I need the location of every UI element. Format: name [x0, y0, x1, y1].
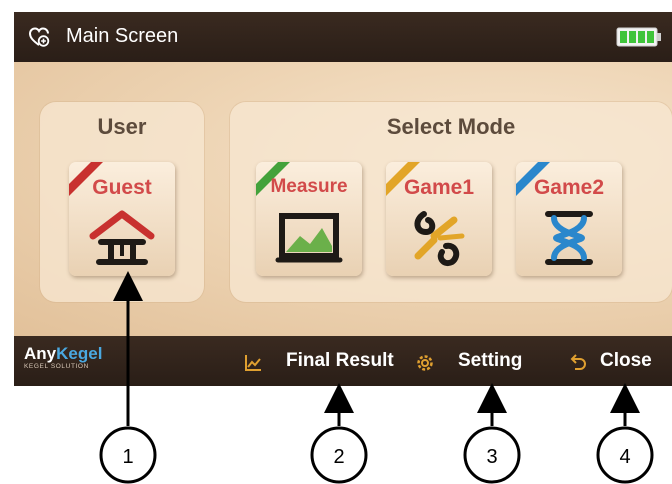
callout-label-1: 1	[122, 446, 134, 468]
callout-label-2: 2	[333, 446, 345, 468]
callout-annotations	[99, 271, 654, 484]
callout-label-3: 3	[486, 446, 498, 468]
callout-label-4: 4	[619, 446, 631, 468]
